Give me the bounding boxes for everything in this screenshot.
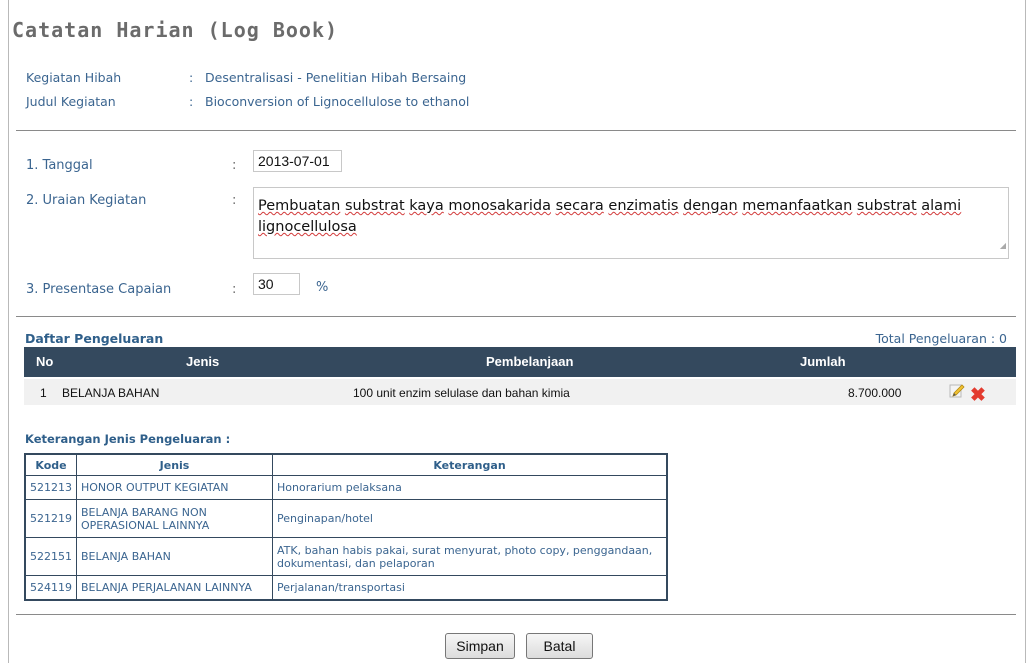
table-row: 521213 HONOR OUTPUT KEGIATAN Honorarium … bbox=[24, 475, 668, 500]
tanggal-input[interactable]: 2013-07-01 bbox=[253, 150, 342, 172]
expenses-title: Daftar Pengeluaran bbox=[25, 331, 164, 346]
total-expenses: Total Pengeluaran : 0 bbox=[875, 331, 1007, 346]
uraian-colon: : bbox=[232, 193, 237, 208]
tanggal-label: 1. Tanggal bbox=[26, 158, 93, 173]
notes-title: Keterangan Jenis Pengeluaran : bbox=[25, 432, 231, 446]
row-jenis: BELANJA BAHAN bbox=[62, 386, 160, 400]
page-title: Catatan Harian (Log Book) bbox=[12, 18, 339, 42]
uraian-word: memanfaatkan bbox=[742, 198, 853, 214]
delete-x-icon[interactable]: ✖ bbox=[970, 386, 986, 406]
divider bbox=[16, 614, 1016, 615]
hibah-value: Desentralisasi - Penelitian Hibah Bersai… bbox=[205, 70, 467, 85]
header-jumlah: Jumlah bbox=[800, 354, 846, 369]
judul-label: Judul Kegiatan bbox=[26, 94, 116, 109]
pencil-icon[interactable] bbox=[949, 382, 965, 398]
divider bbox=[16, 316, 1016, 317]
judul-separator: : bbox=[189, 94, 194, 109]
uraian-word: dengan bbox=[683, 198, 738, 214]
tanggal-colon: : bbox=[232, 158, 237, 173]
notes-header-keterangan: Keterangan bbox=[272, 453, 668, 476]
uraian-word: kaya bbox=[409, 198, 444, 214]
notes-jenis: HONOR OUTPUT KEGIATAN bbox=[76, 475, 273, 500]
notes-jenis: BELANJA PERJALANAN LAINNYA bbox=[76, 575, 273, 600]
hibah-label: Kegiatan Hibah bbox=[26, 70, 122, 85]
notes-jenis: BELANJA BARANG NON OPERASIONAL LAINNYA bbox=[76, 499, 273, 538]
notes-keterangan: Penginapan/hotel bbox=[272, 499, 668, 538]
header-no: No bbox=[36, 354, 54, 369]
uraian-label: 2. Uraian Kegiatan bbox=[26, 193, 147, 208]
uraian-textarea[interactable]: Pembuatan substrat kaya monosakarida sec… bbox=[253, 187, 1009, 259]
uraian-word: Pembuatan bbox=[258, 198, 341, 214]
uraian-word: substrat bbox=[344, 198, 405, 214]
presentase-input[interactable]: 30 bbox=[253, 273, 300, 295]
table-row: 521219 BELANJA BARANG NON OPERASIONAL LA… bbox=[24, 499, 668, 538]
uraian-word: alami bbox=[921, 198, 962, 214]
row-no: 1 bbox=[40, 386, 47, 400]
uraian-word: lignocellulosa bbox=[258, 219, 357, 235]
row-jumlah: 8.700.000 bbox=[848, 386, 902, 400]
notes-kode: 521219 bbox=[24, 499, 77, 538]
info-hibah-row: Kegiatan Hibah: Desentralisasi - Peneliti… bbox=[26, 70, 466, 85]
info-judul-row: Judul Kegiatan: Bioconversion of Lignocel… bbox=[26, 94, 469, 109]
table-row: 524119 BELANJA PERJALANAN LAINNYA Perjal… bbox=[24, 575, 668, 600]
save-button[interactable]: Simpan bbox=[445, 633, 515, 659]
notes-keterangan: ATK, bahan habis pakai, surat menyurat, … bbox=[272, 537, 668, 576]
notes-kode: 524119 bbox=[24, 575, 77, 600]
notes-keterangan: Perjalanan/transportasi bbox=[272, 575, 668, 600]
cancel-button[interactable]: Batal bbox=[526, 633, 593, 659]
notes-table: Kode Jenis Keterangan 521213 HONOR OUTPU… bbox=[24, 453, 668, 601]
notes-kode: 521213 bbox=[24, 475, 77, 500]
table-row: 522151 BELANJA BAHAN ATK, bahan habis pa… bbox=[24, 537, 668, 576]
hibah-separator: : bbox=[189, 70, 194, 85]
uraian-word: enzimatis bbox=[608, 198, 679, 214]
resize-grip-icon[interactable]: ◢ bbox=[1000, 235, 1006, 256]
percent-sign: % bbox=[316, 280, 329, 295]
divider bbox=[16, 130, 1016, 131]
judul-value: Bioconversion of Lignocellulose to ethan… bbox=[205, 94, 470, 109]
uraian-word: substrat bbox=[856, 198, 917, 214]
notes-kode: 522151 bbox=[24, 537, 77, 576]
presentase-label: 3. Presentase Capaian bbox=[26, 282, 172, 297]
notes-keterangan: Honorarium pelaksana bbox=[272, 475, 668, 500]
notes-header-kode: Kode bbox=[24, 453, 77, 476]
notes-jenis: BELANJA BAHAN bbox=[76, 537, 273, 576]
uraian-word: monosakarida bbox=[448, 198, 551, 214]
header-jenis: Jenis bbox=[186, 354, 220, 369]
row-pembelanjaan: 100 unit enzim selulase dan bahan kimia bbox=[353, 386, 570, 400]
header-pembelanjaan: Pembelanjaan bbox=[486, 354, 574, 369]
uraian-text: Pembuatan substrat kaya monosakarida sec… bbox=[258, 198, 961, 235]
presentase-colon: : bbox=[232, 282, 237, 297]
notes-header-jenis: Jenis bbox=[76, 453, 273, 476]
table-row: 1 BELANJA BAHAN 100 unit enzim selulase … bbox=[24, 379, 1016, 406]
expenses-table-header: No Jenis Pembelanjaan Jumlah bbox=[24, 347, 1016, 377]
uraian-word: secara bbox=[555, 198, 604, 214]
